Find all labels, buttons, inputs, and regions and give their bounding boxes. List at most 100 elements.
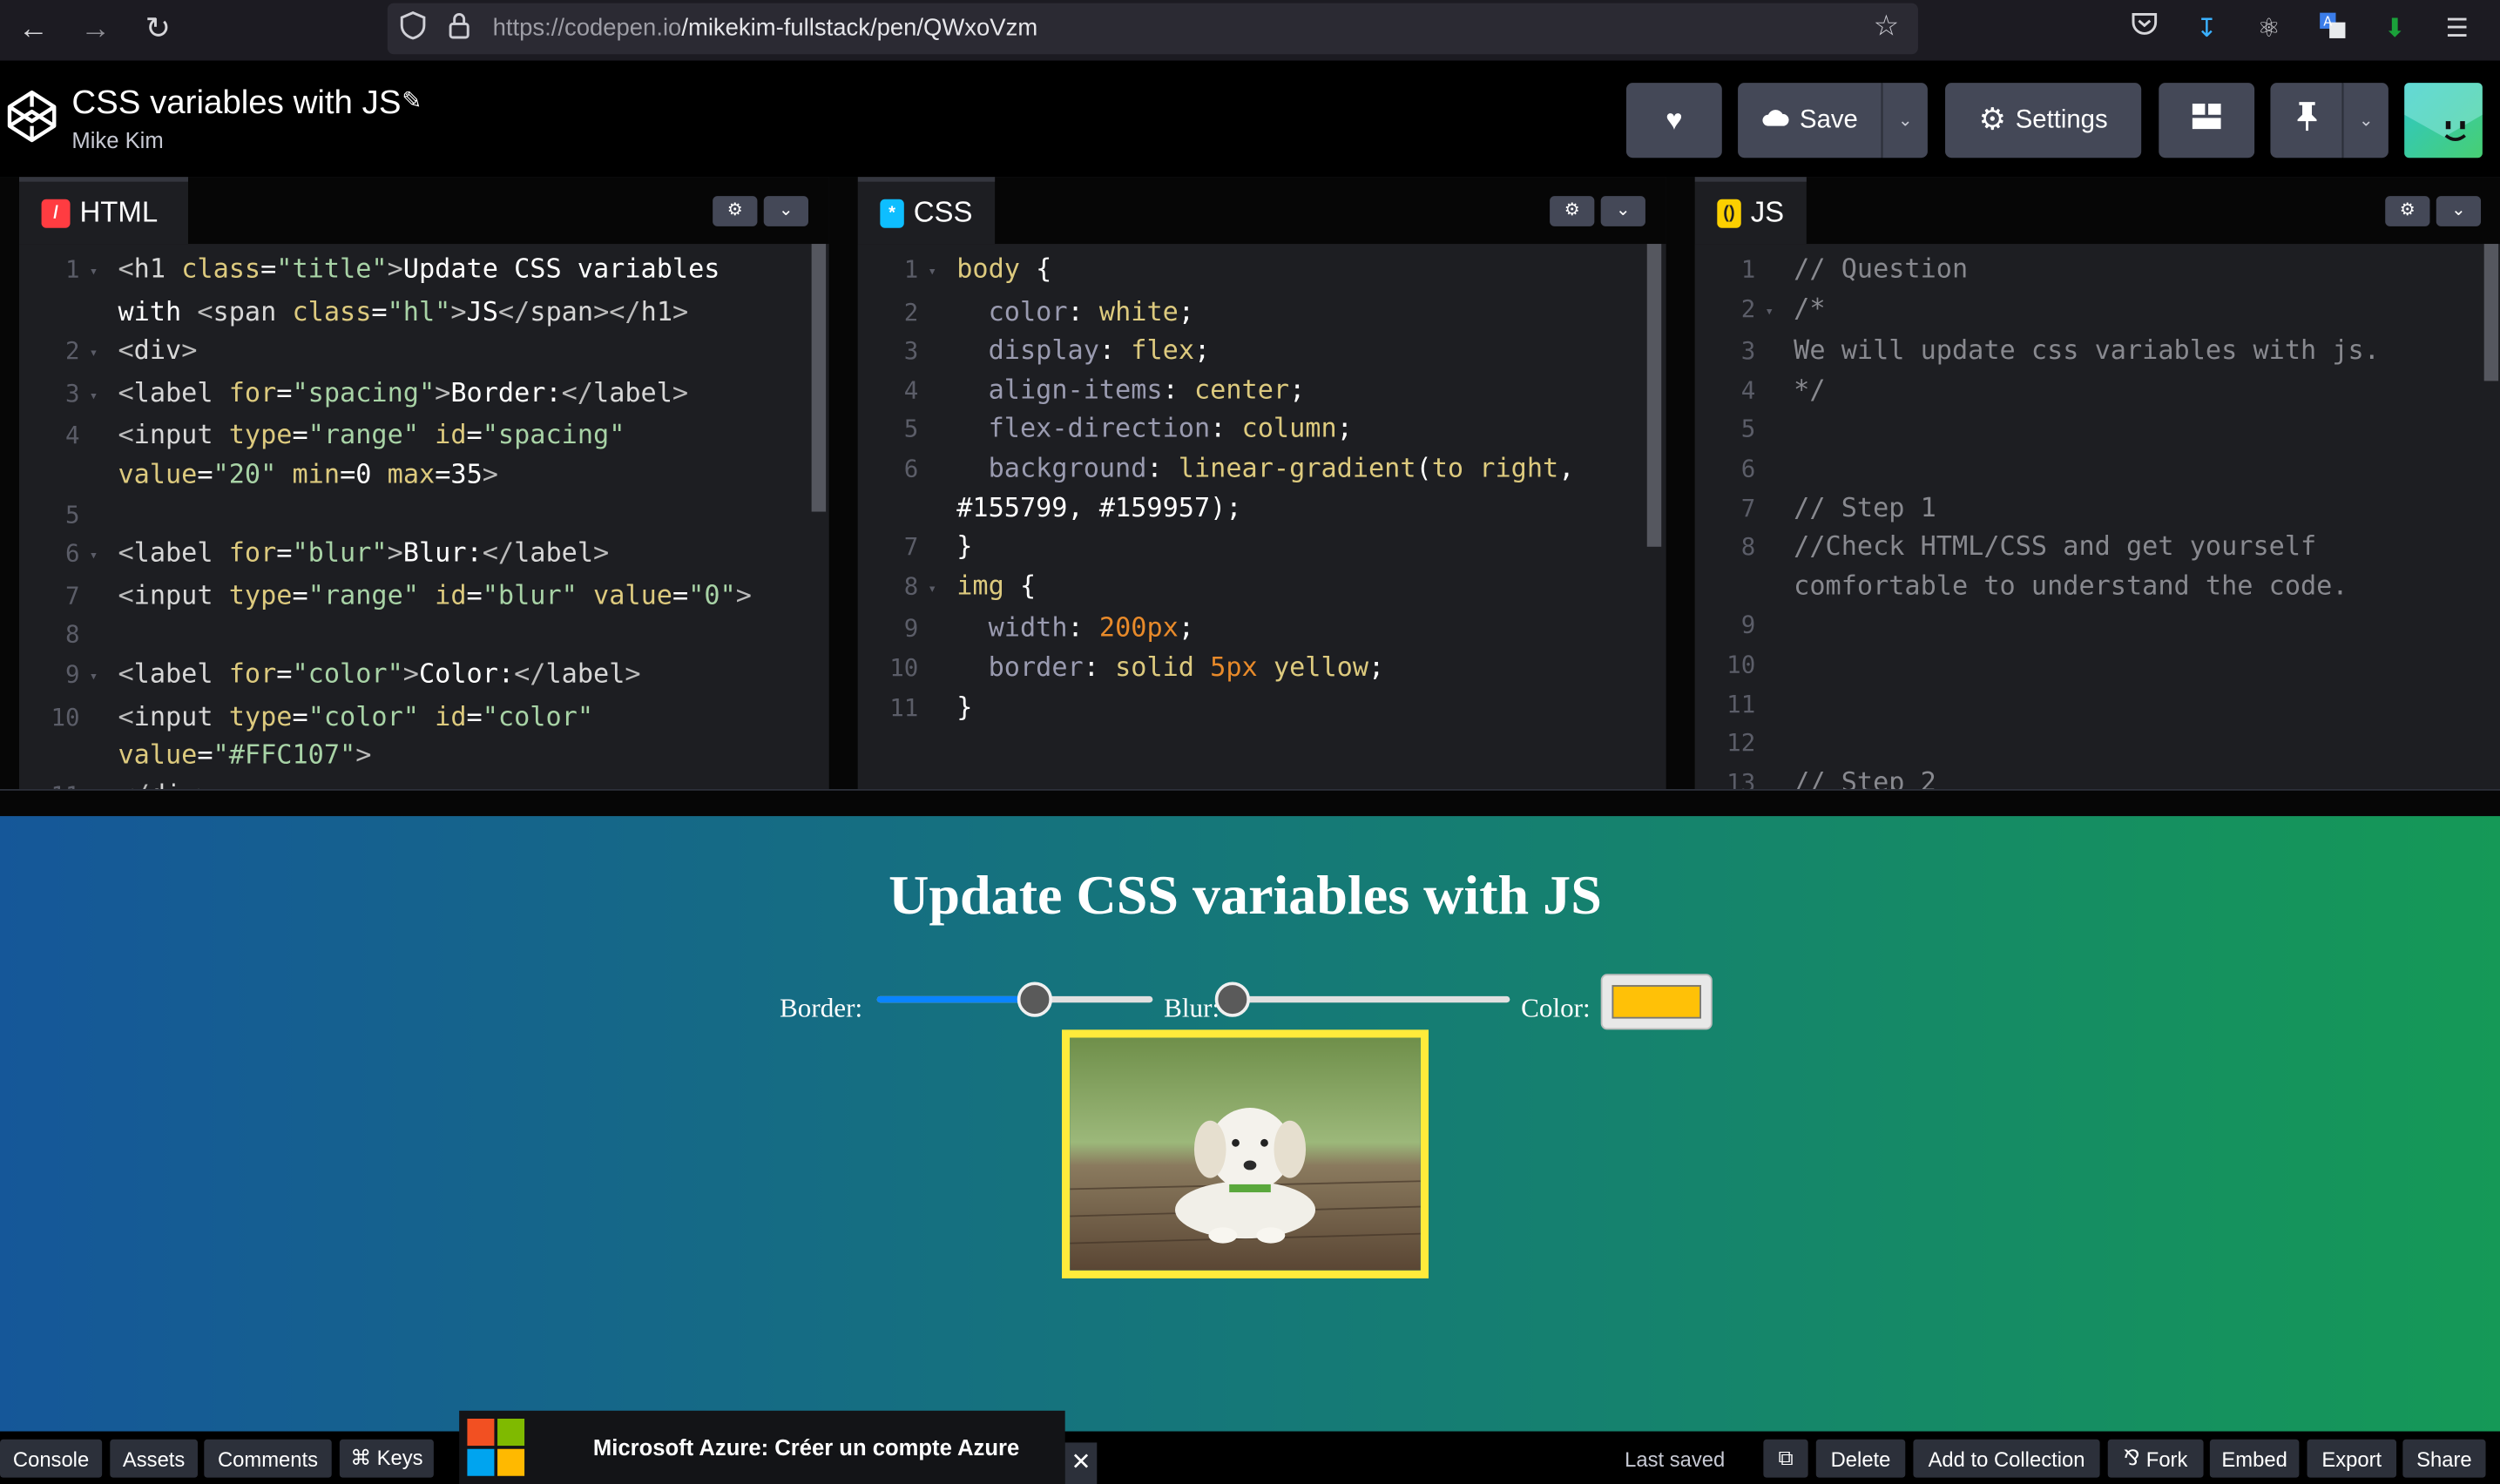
code-line[interactable]: 6 ▾ <label for="blur">Blur:</label> xyxy=(19,534,829,577)
html-editor[interactable]: / HTML ⚙ ⌄ 1 ▾ <h1 class="title">Update CS… xyxy=(18,177,829,789)
code-line[interactable]: 1 ▾ <h1 class="title">Update CSS variables xyxy=(19,250,829,293)
edit-pencil-icon[interactable]: ✎ xyxy=(402,86,422,115)
embed-button[interactable]: Embed xyxy=(2209,1439,2300,1478)
code-line[interactable]: 10 xyxy=(1695,645,2500,685)
ad-close-icon[interactable]: ✕ xyxy=(1064,1442,1098,1484)
code-line[interactable]: 6 background: linear-gradient(to right, xyxy=(858,449,1666,489)
code-line[interactable]: 6 xyxy=(1695,449,2500,489)
fork-button[interactable]: ⅋ Fork xyxy=(2107,1439,2204,1478)
code-line[interactable]: with <span class="hl">JS</span></h1> xyxy=(19,293,829,332)
code-line[interactable]: 8 //Check HTML/CSS and get yourself xyxy=(1695,528,2500,567)
css-scrollbar[interactable] xyxy=(1646,244,1662,547)
user-avatar[interactable] xyxy=(2404,83,2483,159)
green-download-icon[interactable]: ⬇ xyxy=(2375,11,2414,50)
change-view-button[interactable] xyxy=(2159,83,2255,159)
border-range-thumb[interactable] xyxy=(1017,981,1052,1017)
code-line[interactable]: 4 <input type="range" id="spacing" xyxy=(19,416,829,455)
code-line[interactable]: 1 // Question xyxy=(1695,250,2500,289)
open-external-icon[interactable]: ⧉ xyxy=(1763,1439,1808,1478)
back-arrow-icon[interactable]: ← xyxy=(13,10,55,51)
js-scrollbar[interactable] xyxy=(2483,244,2499,381)
comments-button[interactable]: Comments xyxy=(204,1439,332,1478)
code-line[interactable]: 8 ▾ img { xyxy=(858,567,1666,610)
code-line[interactable]: 7 // Step 1 xyxy=(1695,489,2500,528)
code-line[interactable]: 1 ▾ body { xyxy=(858,250,1666,293)
shield-icon[interactable] xyxy=(400,11,426,48)
fold-arrow-icon[interactable]: ▾ xyxy=(90,332,118,374)
forward-arrow-icon[interactable]: → xyxy=(75,10,117,51)
html-scrollbar[interactable] xyxy=(811,244,827,512)
add-to-collection-button[interactable]: Add to Collection xyxy=(1913,1439,2100,1478)
code-line[interactable]: #155799, #159957); xyxy=(858,489,1666,528)
menu-icon[interactable]: ☰ xyxy=(2438,11,2476,50)
js-editor[interactable]: () JS ⚙ ⌄ 1 // Question 2 ▾/* 3 We will updat… xyxy=(1694,177,2500,789)
border-range-slider[interactable] xyxy=(876,981,1153,1017)
download-icon[interactable]: ↧ xyxy=(2187,11,2226,50)
assets-button[interactable]: Assets xyxy=(110,1439,198,1478)
blur-range-thumb[interactable] xyxy=(1214,981,1251,1017)
blur-range-slider[interactable] xyxy=(1214,981,1510,1017)
code-line[interactable]: 5 xyxy=(1695,410,2500,449)
css-editor[interactable]: * CSS ⚙ ⌄ 1 ▾ body {2 color: white; 3 displ… xyxy=(857,177,1666,789)
html-settings-gear-icon[interactable]: ⚙ xyxy=(713,196,758,226)
save-dropdown-chevron-icon[interactable]: ⌄ xyxy=(1881,83,1928,159)
code-line[interactable]: 8 xyxy=(19,616,829,655)
tab-css[interactable]: * CSS xyxy=(857,177,996,245)
fold-arrow-icon[interactable]: ▾ xyxy=(90,655,118,698)
color-picker-input[interactable] xyxy=(1600,974,1713,1030)
tab-js[interactable]: () JS xyxy=(1694,177,1807,245)
ad-banner[interactable]: Microsoft Azure: Créer un compte Azure xyxy=(459,1410,1065,1484)
code-line[interactable]: 2 ▾/* xyxy=(1695,289,2500,332)
pin-dropdown-chevron-icon[interactable]: ⌄ xyxy=(2341,83,2389,159)
html-css-resizer[interactable] xyxy=(828,177,858,789)
save-button[interactable]: Save xyxy=(1738,83,1882,159)
code-line[interactable]: 11 xyxy=(1695,685,2500,724)
share-button[interactable]: Share xyxy=(2402,1439,2486,1478)
export-button[interactable]: Export xyxy=(2307,1439,2397,1478)
code-line[interactable]: 3 ▾ <label for="spacing">Border:</label> xyxy=(19,374,829,417)
html-code[interactable]: 1 ▾ <h1 class="title">Update CSS variables… xyxy=(19,250,829,789)
code-line[interactable]: 13 // Step 2 xyxy=(1695,763,2500,789)
code-line[interactable]: 9 ▾ <label for="color">Color:</label> xyxy=(19,655,829,698)
js-code[interactable]: 1 // Question 2 ▾/* 3 We will update css vari… xyxy=(1695,250,2500,789)
tab-html[interactable]: / HTML xyxy=(18,177,188,245)
codepen-logo-icon[interactable] xyxy=(6,86,57,147)
reload-icon[interactable]: ↻ xyxy=(137,10,179,51)
code-line[interactable]: 7 <input type="range" id="blur" value="0"… xyxy=(19,577,829,616)
code-line[interactable]: 5 flex-direction: column; xyxy=(858,410,1666,449)
console-button[interactable]: Console xyxy=(0,1439,103,1478)
pocket-icon[interactable] xyxy=(2125,11,2164,50)
code-line[interactable]: value="#FFC107"> xyxy=(19,737,829,776)
code-line[interactable]: 3 display: flex; xyxy=(858,332,1666,371)
url-text[interactable]: https://codepen.io/mikekim-fullstack/pen… xyxy=(493,14,1038,41)
heart-button[interactable]: ♥ xyxy=(1625,83,1722,159)
code-line[interactable]: value="20" min=0 max=35> xyxy=(19,455,829,495)
fold-arrow-icon[interactable]: ▾ xyxy=(90,374,118,417)
url-bar[interactable]: https://codepen.io/mikekim-fullstack/pen… xyxy=(387,3,1918,55)
pen-title[interactable]: CSS variables with JS xyxy=(71,84,401,123)
pen-author[interactable]: Mike Kim xyxy=(71,127,163,152)
code-line[interactable]: 7} xyxy=(858,528,1666,567)
code-line[interactable]: comfortable to understand the code. xyxy=(1695,567,2500,606)
translate-icon[interactable]: A xyxy=(2314,11,2352,50)
settings-button[interactable]: ⚙ Settings xyxy=(1945,83,2142,159)
fold-arrow-icon[interactable]: ▾ xyxy=(1765,289,1794,332)
code-line[interactable]: 4 align-items: center; xyxy=(858,371,1666,410)
code-line[interactable]: 10 border: solid 5px yellow; xyxy=(858,649,1666,688)
bookmark-star-icon[interactable]: ☆ xyxy=(1874,10,1900,43)
preview-resizer[interactable] xyxy=(0,788,2500,817)
css-js-resizer[interactable] xyxy=(1666,177,1695,789)
delete-button[interactable]: Delete xyxy=(1815,1439,1906,1478)
code-line[interactable]: 2 color: white; xyxy=(858,293,1666,332)
css-settings-gear-icon[interactable]: ⚙ xyxy=(1550,196,1595,226)
code-line[interactable]: 4 */ xyxy=(1695,371,2500,410)
fold-arrow-icon[interactable]: ▾ xyxy=(928,567,956,610)
pin-button[interactable] xyxy=(2270,83,2342,159)
code-line[interactable]: 9 xyxy=(1695,606,2500,645)
html-collapse-chevron-icon[interactable]: ⌄ xyxy=(763,196,808,226)
code-line[interactable]: 11} xyxy=(858,688,1666,727)
css-collapse-chevron-icon[interactable]: ⌄ xyxy=(1600,196,1645,226)
code-line[interactable]: 5 xyxy=(19,495,829,534)
react-devtools-icon[interactable]: ⚛ xyxy=(2250,11,2288,50)
code-line[interactable]: 3 We will update css variables with js. xyxy=(1695,332,2500,371)
